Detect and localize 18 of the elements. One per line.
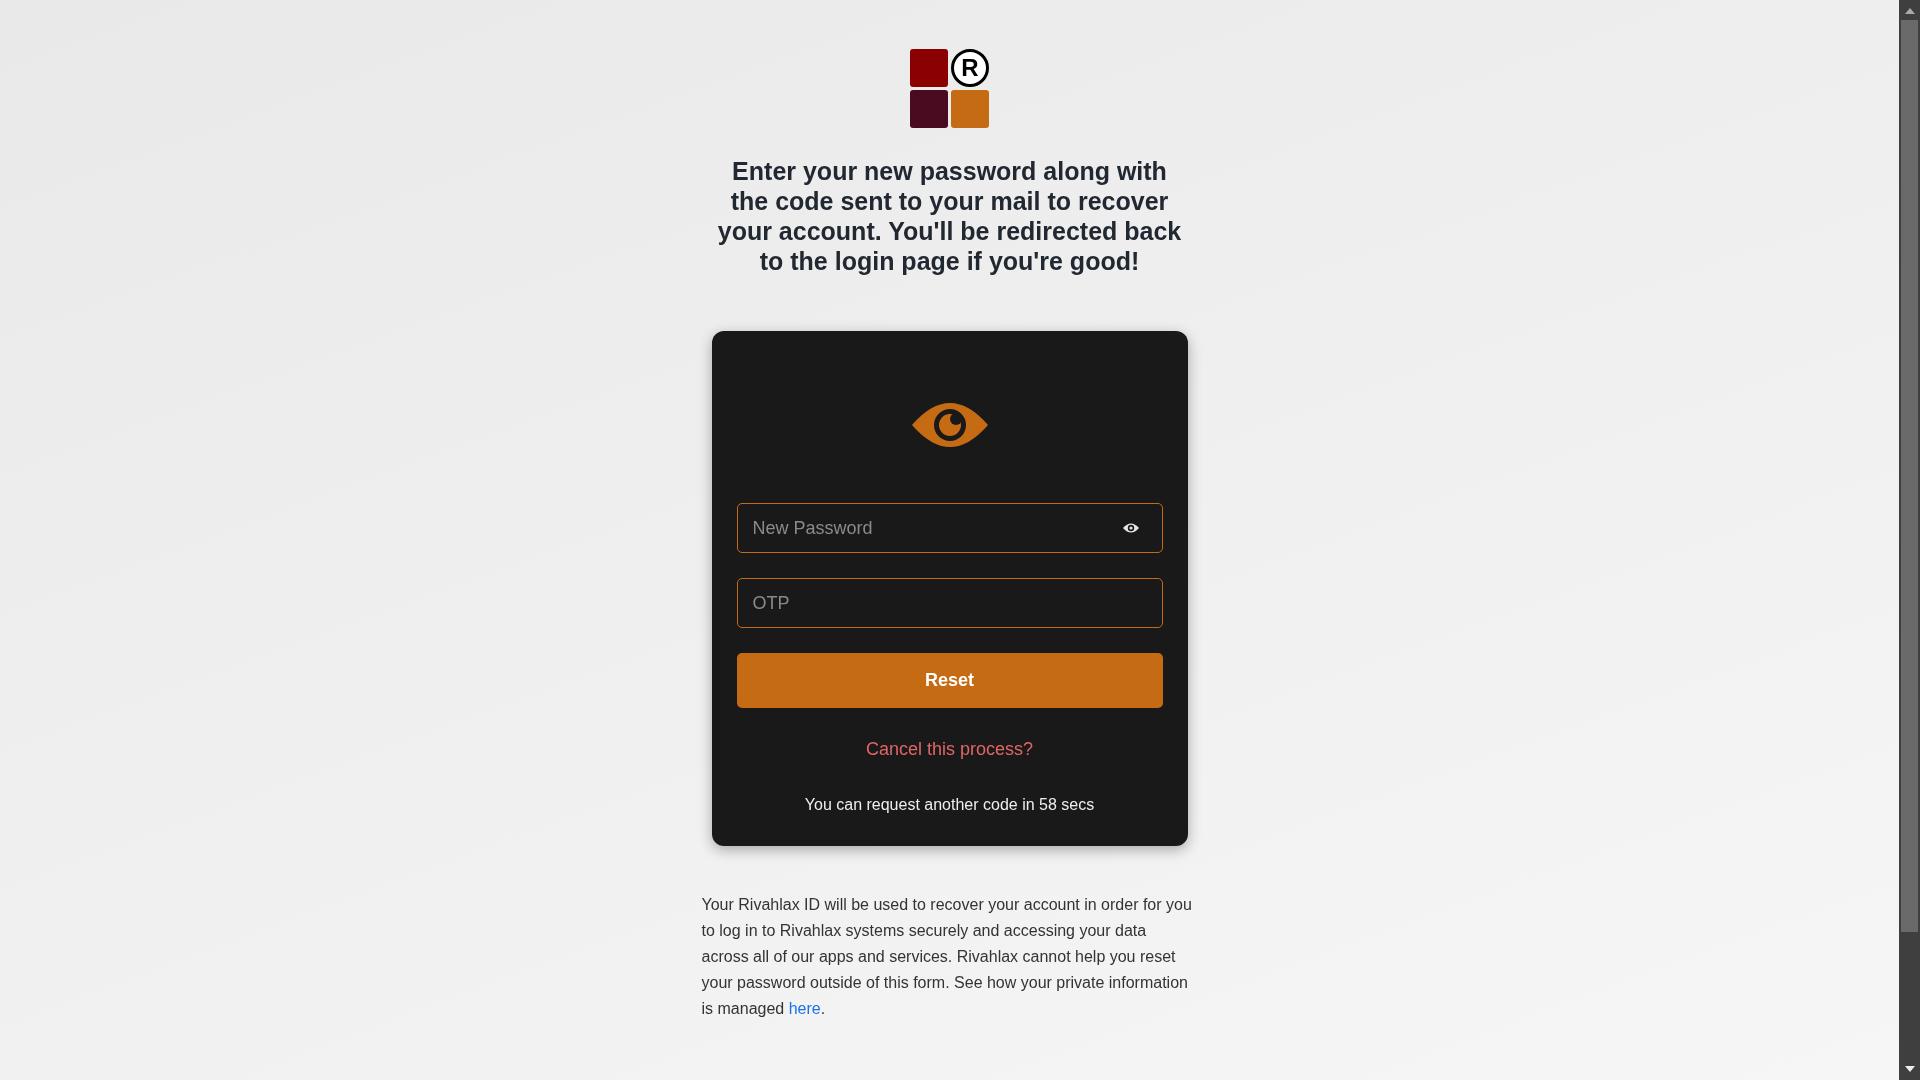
show-password-icon[interactable] [1121, 522, 1140, 534]
scrollbar-thumb[interactable] [1901, 20, 1918, 932]
otp-field[interactable]: OTP [736, 578, 1163, 628]
eye-icon [911, 403, 988, 447]
privacy-link[interactable]: here [788, 1000, 821, 1017]
scroll-down-icon[interactable] [1904, 1066, 1915, 1072]
logo-tile [909, 90, 948, 128]
cancel-link[interactable]: Cancel this process? [865, 736, 1034, 763]
resend-countdown: You can request another code in 58 secs [804, 795, 1095, 815]
logo-tile [909, 49, 948, 87]
scroll-up-icon[interactable] [1904, 8, 1915, 14]
reset-button[interactable]: Reset [736, 653, 1163, 708]
page-heading: Enter your new password along with the code sent to your mail to recover your account. You'll be redirected back to the login page if you're good! [716, 156, 1183, 276]
logo-letter: R [961, 56, 979, 80]
scrollbar[interactable] [1899, 0, 1920, 1080]
privacy-note: Your Rivahlax ID will be used to recover your account in order for you to log in to Rivahlax systems securely and accessing your data across all of our apps and services. Rivahlax cannot help you reset your password outside of this form. See how your private information is managed here. [701, 895, 1193, 1019]
logo-tile [951, 90, 989, 128]
password-field[interactable]: New Password [736, 503, 1163, 553]
